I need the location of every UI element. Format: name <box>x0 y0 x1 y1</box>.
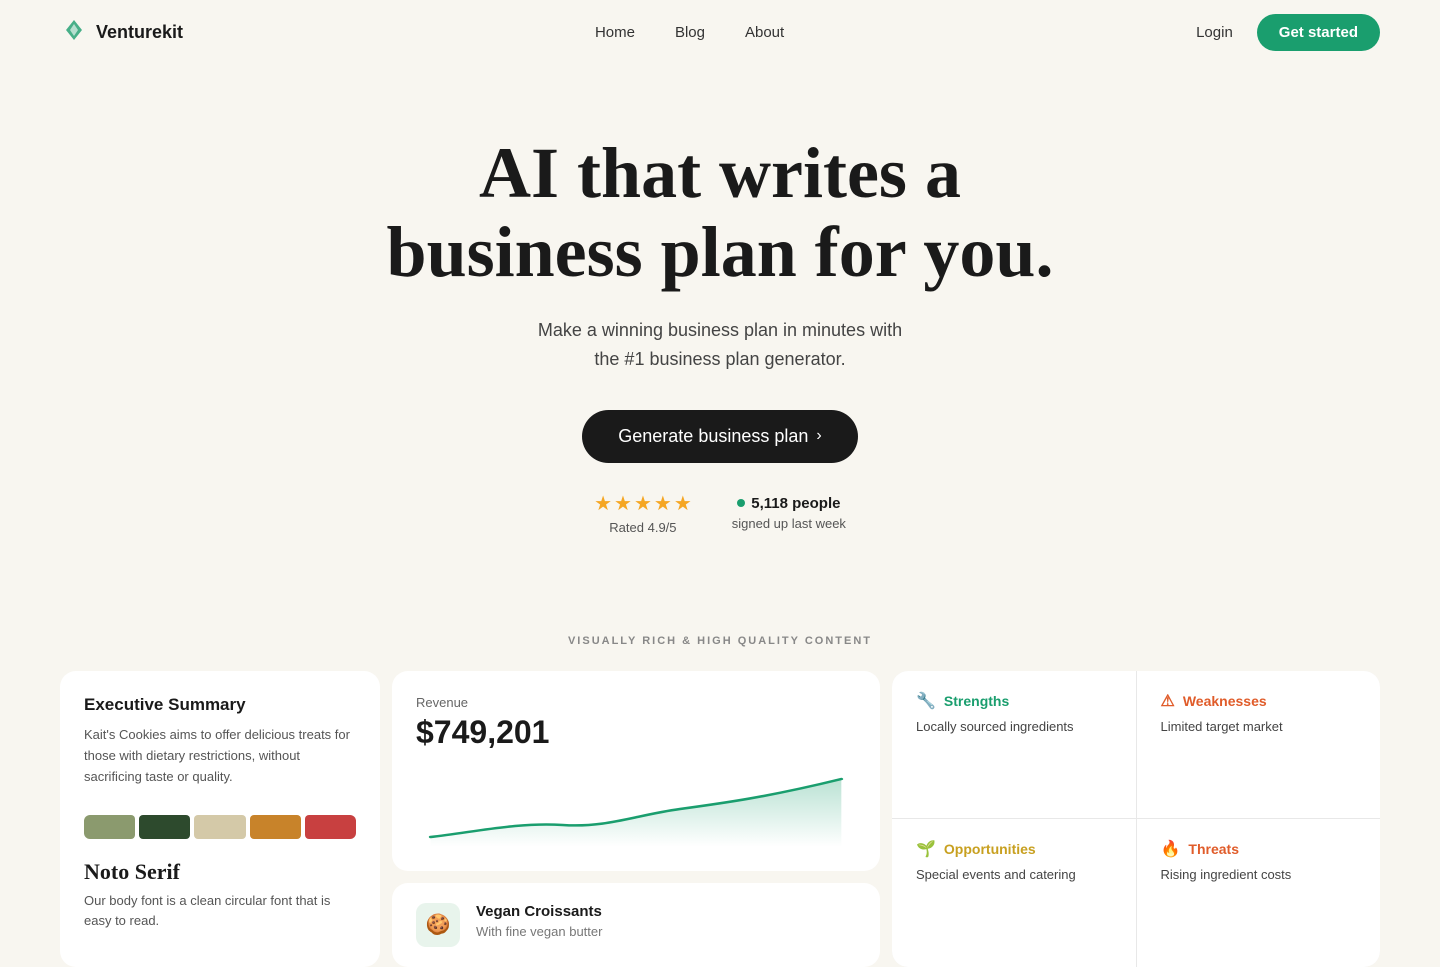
cards-grid: Executive Summary Kait's Cookies aims to… <box>0 671 1440 967</box>
nav-about[interactable]: About <box>745 24 784 41</box>
swot-weaknesses: ⚠ Weaknesses Limited target market <box>1137 671 1381 819</box>
star-4: ★ <box>654 491 672 516</box>
opportunities-text: Special events and catering <box>916 867 1112 882</box>
font-title: Noto Serif <box>84 859 356 885</box>
swatch-2 <box>139 815 190 839</box>
product-card: 🍪 Vegan Croissants With fine vegan butte… <box>392 883 880 967</box>
nav-home[interactable]: Home <box>595 24 635 41</box>
signup-sub: signed up last week <box>732 516 846 531</box>
left-card: Executive Summary Kait's Cookies aims to… <box>60 671 380 967</box>
hero-subheading: Make a winning business plan in minutes … <box>20 316 1420 374</box>
threats-text: Rising ingredient costs <box>1161 867 1357 882</box>
font-desc: Our body font is a clean circular font t… <box>84 891 356 930</box>
arrow-icon: › <box>816 427 821 445</box>
swot-threats: 🔥 Threats Rising ingredient costs <box>1137 819 1381 967</box>
product-name: Vegan Croissants <box>476 903 602 920</box>
swot-strengths: 🔧 Strengths Locally sourced ingredients <box>892 671 1136 819</box>
login-button[interactable]: Login <box>1196 24 1233 41</box>
threats-label: Threats <box>1188 841 1239 857</box>
generate-business-plan-button[interactable]: Generate business plan › <box>582 410 857 463</box>
opportunities-icon: 🌱 <box>916 839 936 859</box>
revenue-label: Revenue <box>416 695 856 710</box>
logo-text: Venturekit <box>96 22 183 43</box>
opportunities-header: 🌱 Opportunities <box>916 839 1112 859</box>
executive-summary: Executive Summary Kait's Cookies aims to… <box>84 695 356 787</box>
swatch-4 <box>250 815 301 839</box>
exec-title: Executive Summary <box>84 695 356 715</box>
star-1: ★ <box>594 491 612 516</box>
exec-text: Kait's Cookies aims to offer delicious t… <box>84 725 356 787</box>
social-proof: ★ ★ ★ ★ ★ Rated 4.9/5 5,118 people signe… <box>20 491 1420 535</box>
star-rating: ★ ★ ★ ★ ★ <box>594 491 692 516</box>
swot-opportunities: 🌱 Opportunities Special events and cater… <box>892 819 1136 967</box>
star-3: ★ <box>634 491 652 516</box>
threats-icon: 🔥 <box>1161 839 1181 859</box>
revenue-amount: $749,201 <box>416 714 856 751</box>
navbar: Venturekit Home Blog About Login Get sta… <box>0 0 1440 64</box>
signup-section: 5,118 people signed up last week <box>732 495 846 531</box>
get-started-button[interactable]: Get started <box>1257 14 1380 51</box>
weaknesses-text: Limited target market <box>1161 719 1357 734</box>
product-icon: 🍪 <box>416 903 460 947</box>
threats-header: 🔥 Threats <box>1161 839 1357 859</box>
hero-section: AI that writes a business plan for you. … <box>0 64 1440 575</box>
logo[interactable]: Venturekit <box>60 16 183 49</box>
revenue-card: Revenue $749,201 <box>392 671 880 871</box>
star-2: ★ <box>614 491 632 516</box>
swatch-3 <box>194 815 245 839</box>
swatch-5 <box>305 815 356 839</box>
signup-count: 5,118 people <box>737 495 840 512</box>
swatch-1 <box>84 815 135 839</box>
weaknesses-header: ⚠ Weaknesses <box>1161 691 1357 711</box>
opportunities-label: Opportunities <box>944 841 1036 857</box>
nav-blog[interactable]: Blog <box>675 24 705 41</box>
nav-links: Home Blog About <box>595 24 784 41</box>
font-section: Noto Serif Our body font is a clean circ… <box>84 859 356 930</box>
strengths-label: Strengths <box>944 693 1009 709</box>
nav-right: Login Get started <box>1196 14 1380 51</box>
color-palette <box>84 815 356 839</box>
revenue-chart <box>416 767 856 847</box>
strengths-icon: 🔧 <box>916 691 936 711</box>
rating-section: ★ ★ ★ ★ ★ Rated 4.9/5 <box>594 491 692 535</box>
star-5: ★ <box>674 491 692 516</box>
swot-card: 🔧 Strengths Locally sourced ingredients … <box>892 671 1380 967</box>
hero-headline: AI that writes a business plan for you. <box>320 134 1120 292</box>
weaknesses-label: Weaknesses <box>1183 693 1267 709</box>
weaknesses-icon: ⚠ <box>1161 691 1175 711</box>
strengths-text: Locally sourced ingredients <box>916 719 1112 734</box>
product-desc: With fine vegan butter <box>476 924 602 939</box>
online-indicator <box>737 499 745 507</box>
product-emoji: 🍪 <box>426 912 451 937</box>
section-label: VISUALLY RICH & HIGH QUALITY CONTENT <box>0 635 1440 647</box>
logo-icon <box>60 16 88 49</box>
strengths-header: 🔧 Strengths <box>916 691 1112 711</box>
product-info: Vegan Croissants With fine vegan butter <box>476 903 602 939</box>
rating-text: Rated 4.9/5 <box>609 520 676 535</box>
